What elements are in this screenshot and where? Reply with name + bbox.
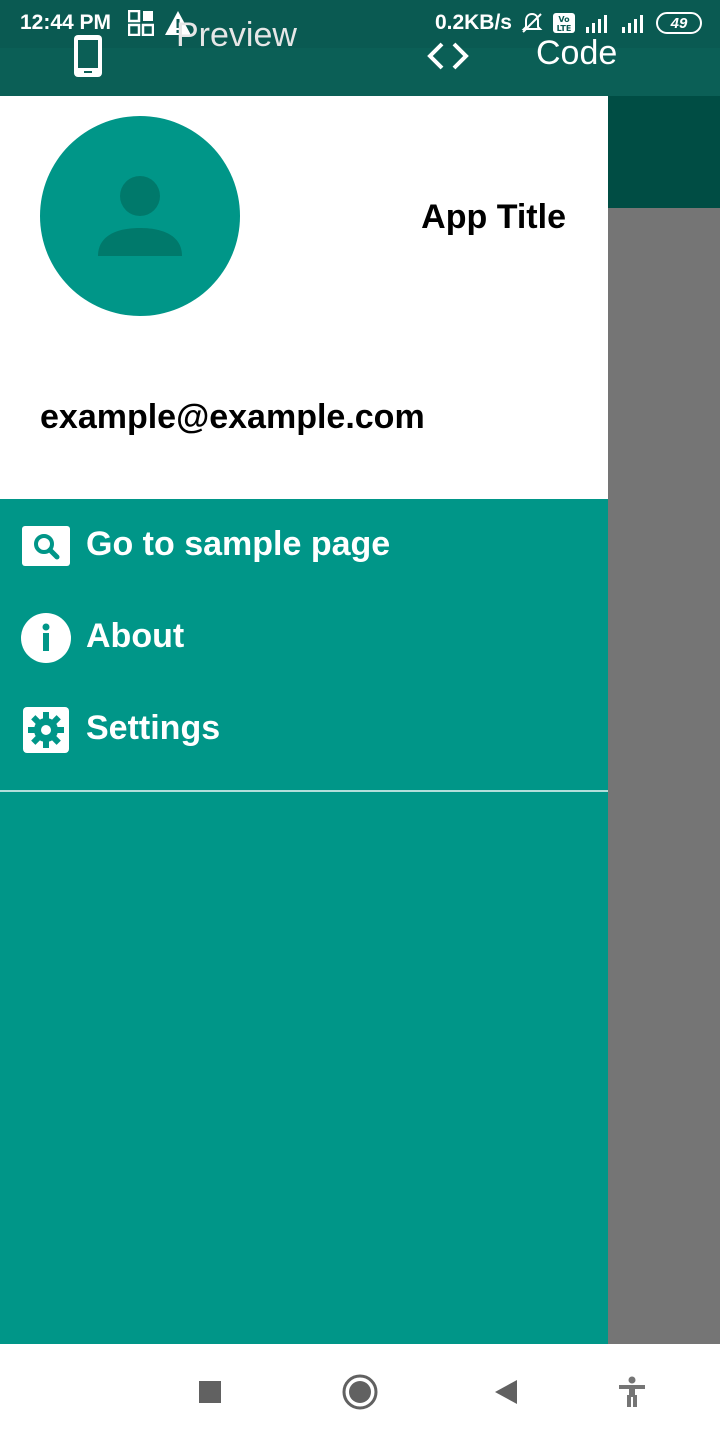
- person-icon: [98, 176, 182, 256]
- settings-icon: [23, 707, 69, 753]
- menu-item-sample-page[interactable]: Go to sample page: [0, 499, 608, 591]
- info-icon: [21, 613, 71, 663]
- signal-icon: [586, 15, 607, 33]
- system-nav-bar: [0, 1344, 720, 1440]
- tab-preview[interactable]: Preview: [176, 14, 297, 56]
- menu-item-label: Settings: [86, 709, 221, 747]
- recents-button[interactable]: [184, 1366, 236, 1418]
- back-triangle-icon: [495, 1380, 517, 1404]
- status-right-group: 0.2KB/s Vo LTE 49: [435, 11, 702, 35]
- square-icon: [199, 1381, 221, 1403]
- home-button[interactable]: [334, 1366, 386, 1418]
- menu-item-label: Go to sample page: [86, 525, 391, 563]
- divider: [0, 790, 608, 792]
- status-time: 12:44 PM: [20, 11, 112, 34]
- navigation-drawer: App Title example@example.com Go to samp…: [0, 96, 608, 1344]
- menu-item-settings[interactable]: Settings: [0, 683, 608, 775]
- volte-icon: Vo LTE: [553, 13, 575, 33]
- svg-text:LTE: LTE: [557, 24, 572, 33]
- circle-icon: [342, 1374, 378, 1410]
- menu-item-about[interactable]: About: [0, 591, 608, 683]
- menu-item-label: About: [86, 617, 185, 655]
- svg-text:Vo: Vo: [558, 15, 570, 24]
- phone-icon[interactable]: [72, 34, 104, 78]
- app-title: App Title: [421, 198, 566, 236]
- code-icon[interactable]: [426, 40, 470, 72]
- drawer-header: App Title example@example.com: [0, 96, 608, 499]
- accessibility-icon: [619, 1376, 645, 1407]
- signal-icon: [622, 15, 643, 33]
- account-email: example@example.com: [40, 398, 425, 436]
- drawer-menu: Go to sample page About Settings: [0, 499, 608, 775]
- avatar[interactable]: [40, 116, 240, 316]
- search-icon: [22, 526, 70, 566]
- accessibility-button[interactable]: [606, 1366, 658, 1418]
- tab-code[interactable]: Code: [536, 34, 617, 73]
- mute-icon: [521, 12, 543, 33]
- grid-icon: [128, 10, 154, 36]
- back-button[interactable]: [480, 1366, 532, 1418]
- battery-icon: 49: [656, 12, 702, 34]
- network-speed: 0.2KB/s: [434, 11, 512, 34]
